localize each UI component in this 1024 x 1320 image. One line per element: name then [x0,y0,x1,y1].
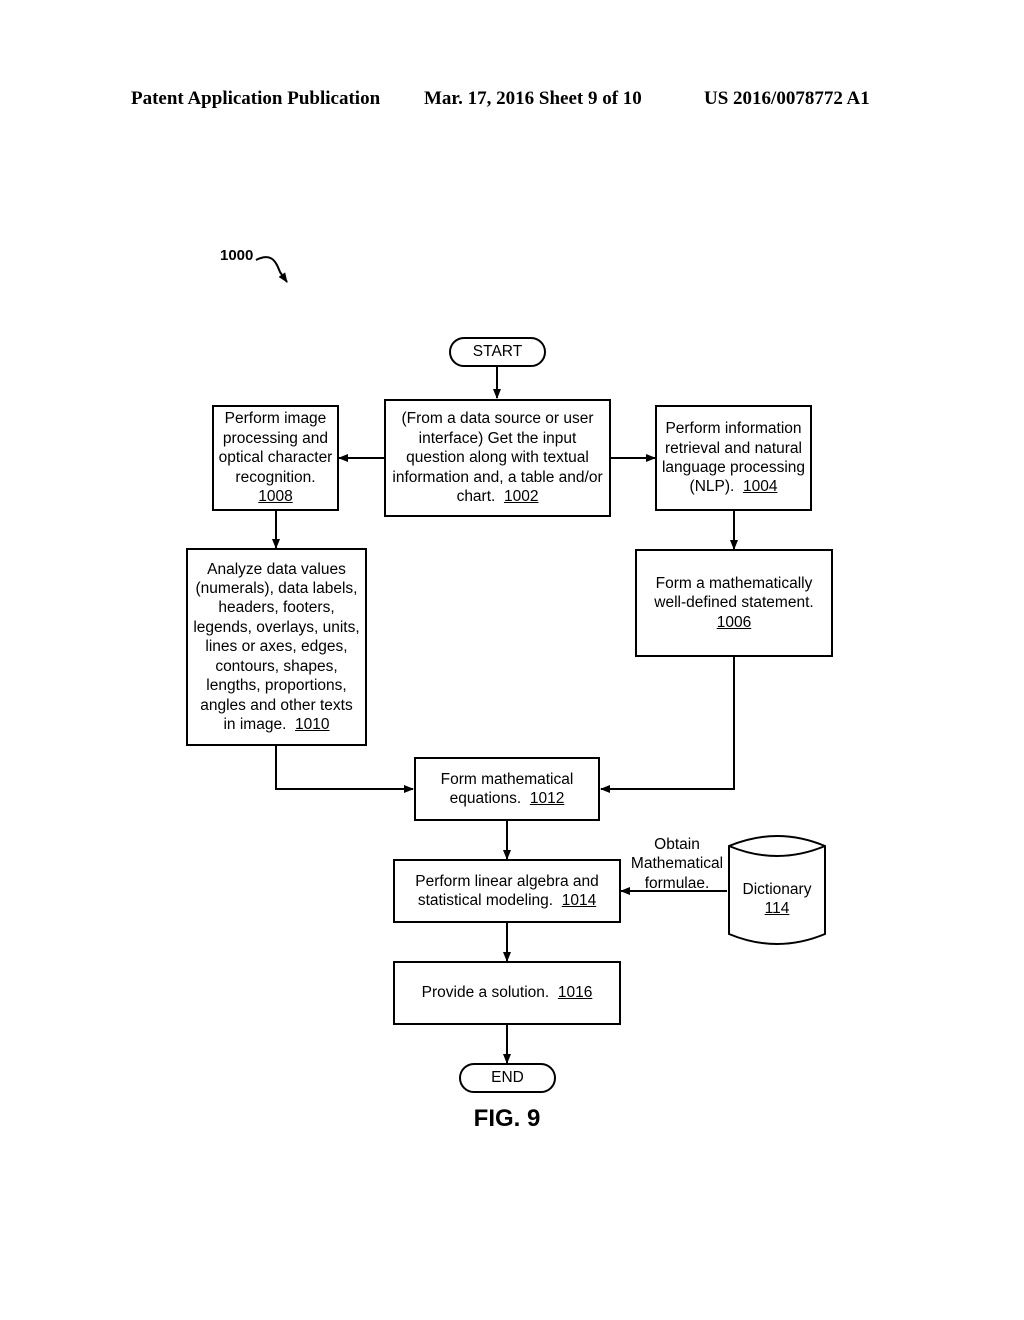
step-1010-ref: 1010 [295,715,330,733]
step-1008-image-processing: Perform image processing and optical cha… [212,405,339,511]
step-1010-line: (numerals), data labels, [195,580,358,598]
step-1006-line: Form a mathematically [655,574,813,592]
figure-reference-pointer [255,256,288,283]
step-1002-line: (From a data source or user [401,410,594,428]
step-1008-ref: 1008 [258,488,293,506]
step-1004-line: retrieval and natural [665,439,802,457]
step-1002-get-input: (From a data source or user interface) G… [384,399,611,517]
step-1002-line: chart. [456,488,496,506]
edge-label-obtain-formulae: Obtain Mathematical formulae. [625,835,729,893]
step-1012-line: equations. [449,790,522,807]
dictionary-name: Dictionary [742,881,812,898]
step-1016-provide-solution: Provide a solution. 1016 [393,961,621,1025]
step-1012-line: Form mathematical [440,770,574,788]
step-1016-line: Provide a solution. [421,984,550,1002]
step-1010-line: lines or axes, edges, [205,638,348,656]
step-1012-ref: 1012 [529,790,565,807]
figure-caption: FIG. 9 [473,1105,541,1132]
step-1008-line: Perform image [224,410,327,428]
step-1014-ref: 1014 [561,892,597,909]
step-1002-line: information and, a table and/or [392,468,603,486]
step-1010-line: headers, footers, [218,599,335,617]
end-terminal: END [459,1063,556,1093]
step-1008-line: processing and [222,429,329,447]
edge-1006-1012 [600,657,735,793]
dictionary-label: Dictionary 114 [728,880,826,919]
step-1010-line: angles and other texts [200,696,353,714]
step-1002-line: question along with textual [406,449,589,467]
edge-label-line: Mathematical [630,855,724,873]
step-1004-line: Perform information [665,420,802,438]
step-1010-line: Analyze data values [207,560,346,578]
step-1002-ref: 1002 [503,488,539,506]
step-1010-line: contours, shapes, [215,657,338,675]
step-1010-analyze-data: Analyze data values (numerals), data lab… [186,548,367,746]
end-label: END [491,1069,524,1086]
step-1010-line: lengths, proportions, [206,677,347,695]
step-1002-line: interface) Get the input [418,429,577,447]
step-1004-line: (NLP). [689,478,735,496]
step-1006-ref: 1006 [716,613,752,631]
step-1014-line: statistical modeling. [417,892,554,909]
step-1012-form-equations: Form mathematical equations. 1012 [414,757,600,821]
step-1006-line: well-defined statement. [654,594,814,612]
step-1004-ref: 1004 [742,478,778,496]
step-1008-line: optical character [218,449,333,467]
step-1014-line: Perform linear algebra and [415,872,599,890]
step-1010-line: in image. [223,715,287,733]
step-1004-nlp: Perform information retrieval and natura… [655,405,812,511]
dictionary-ref: 114 [764,900,790,918]
step-1004-line: language processing [661,459,806,476]
start-label: START [472,343,523,360]
start-terminal: START [449,337,546,367]
edge-1010-1012 [275,745,414,793]
step-1010-line: legends, overlays, units, [193,618,360,636]
step-1014-linear-algebra: Perform linear algebra and statistical m… [393,859,621,923]
edge-label-line: Obtain [654,836,700,853]
step-1016-ref: 1016 [557,984,593,1002]
step-1006-math-statement: Form a mathematically well-defined state… [635,549,833,657]
edge-label-line: formulae. [644,874,710,892]
step-1008-line: recognition. [235,468,316,486]
